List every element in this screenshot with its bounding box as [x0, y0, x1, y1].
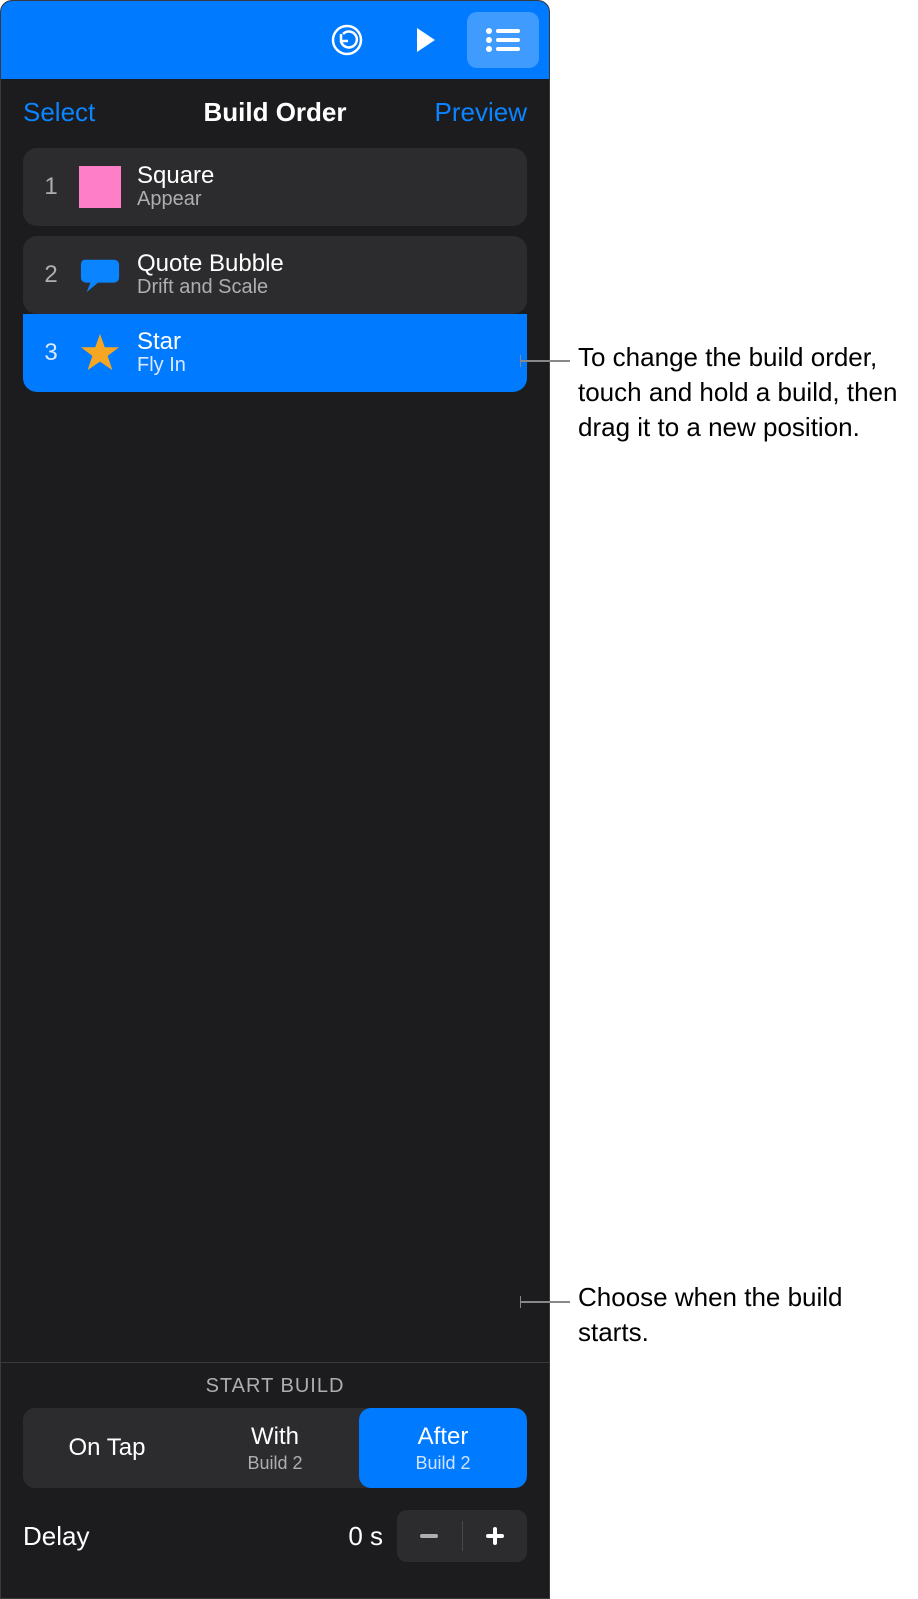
segment-on-tap[interactable]: On Tap — [23, 1408, 191, 1488]
build-effect: Fly In — [137, 354, 186, 377]
minus-icon[interactable] — [415, 1522, 443, 1550]
header-row: Select Build Order Preview — [1, 79, 549, 144]
delay-stepper[interactable] — [397, 1510, 527, 1562]
callouts-area: To change the build order, touch and hol… — [550, 0, 918, 1599]
build-effect: Drift and Scale — [137, 276, 284, 299]
build-list: 1 Square Appear 2 Quote Bubble Drift and… — [1, 144, 549, 1362]
undo-button[interactable] — [311, 12, 383, 68]
list-icon — [484, 26, 522, 54]
preview-button[interactable]: Preview — [407, 97, 527, 128]
build-number: 2 — [39, 261, 63, 289]
build-title: Star — [137, 329, 186, 354]
list-button[interactable] — [467, 12, 539, 68]
undo-icon — [330, 23, 364, 57]
build-row[interactable]: 2 Quote Bubble Drift and Scale — [23, 236, 527, 314]
build-row-selected[interactable]: 3 Star Fly In — [23, 314, 527, 392]
delay-row: Delay 0 s — [23, 1510, 527, 1562]
build-row[interactable]: 1 Square Appear — [23, 148, 527, 226]
play-button[interactable] — [389, 12, 461, 68]
build-number: 1 — [39, 173, 63, 201]
delay-value: 0 s — [348, 1521, 383, 1552]
build-title: Quote Bubble — [137, 251, 284, 276]
select-button[interactable]: Select — [23, 97, 143, 128]
segment-after[interactable]: After Build 2 — [359, 1408, 527, 1488]
plus-icon[interactable] — [481, 1522, 509, 1550]
build-title: Square — [137, 163, 214, 188]
delay-label: Delay — [23, 1521, 89, 1552]
build-order-panel: Select Build Order Preview 1 Square Appe… — [0, 0, 550, 1599]
build-number: 3 — [39, 339, 63, 367]
start-build-heading: START BUILD — [23, 1375, 527, 1398]
play-icon — [411, 26, 439, 54]
callout-reorder: To change the build order, touch and hol… — [578, 340, 908, 445]
footer: START BUILD On Tap With Build 2 After Bu… — [1, 1362, 549, 1598]
build-effect: Appear — [137, 188, 214, 211]
callout-start: Choose when the build starts. — [578, 1280, 898, 1350]
page-title: Build Order — [203, 97, 346, 128]
segment-with[interactable]: With Build 2 — [191, 1408, 359, 1488]
start-build-segmented[interactable]: On Tap With Build 2 After Build 2 — [23, 1408, 527, 1488]
square-icon — [79, 166, 121, 208]
topbar — [1, 1, 549, 79]
bubble-icon — [79, 254, 121, 296]
star-icon — [79, 332, 121, 374]
